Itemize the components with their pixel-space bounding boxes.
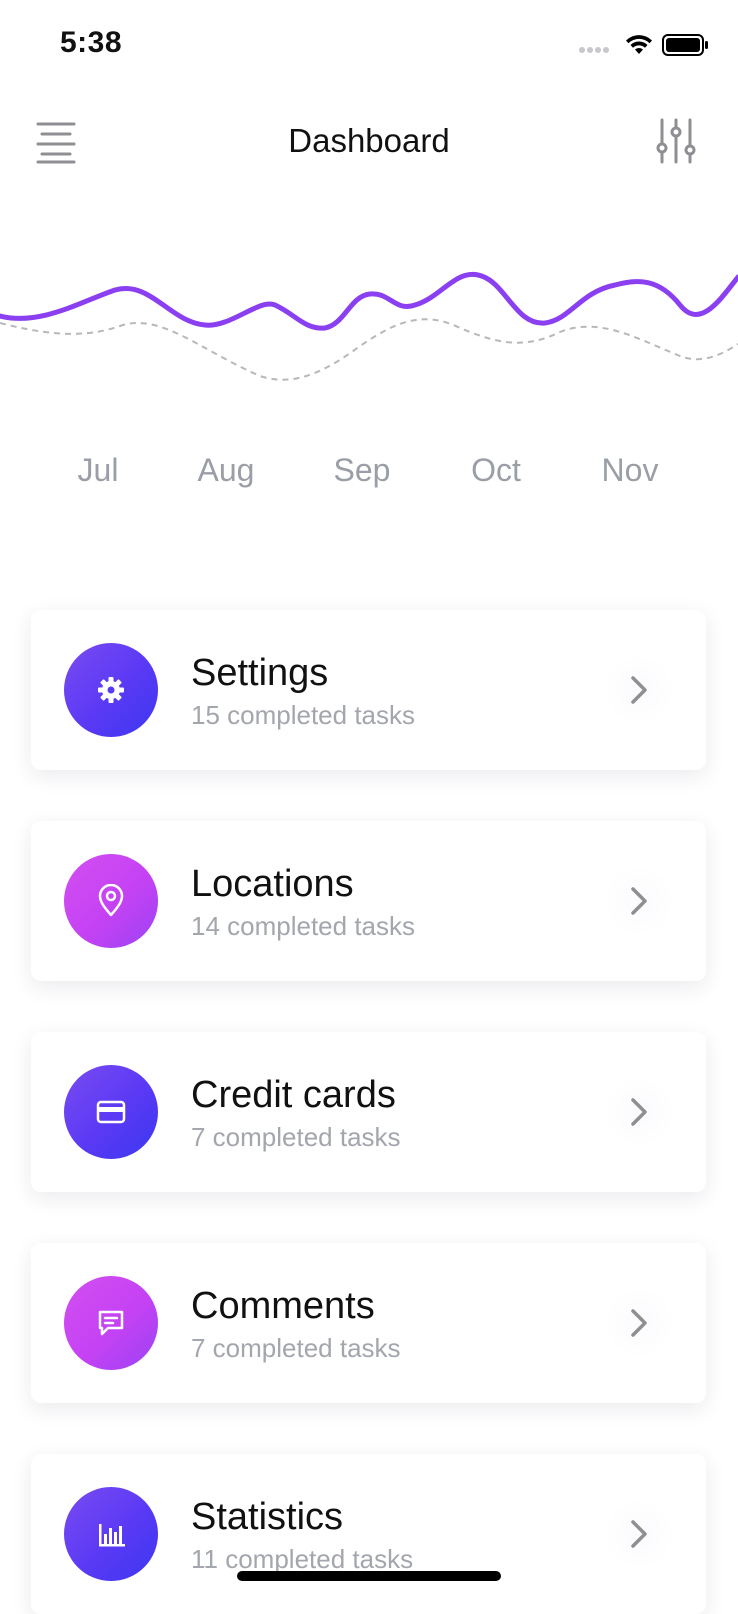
card-icon-circle bbox=[64, 1065, 158, 1159]
gear-icon bbox=[98, 677, 124, 703]
card-icon-circle bbox=[64, 854, 158, 948]
card-arrow-button[interactable] bbox=[604, 866, 674, 936]
filter-button[interactable] bbox=[654, 116, 700, 166]
card-arrow-button[interactable] bbox=[604, 1499, 674, 1569]
card-icon-circle bbox=[64, 643, 158, 737]
card-arrow-button[interactable] bbox=[604, 1077, 674, 1147]
chart-series-main bbox=[0, 271, 738, 331]
x-tick-label: Nov bbox=[601, 452, 659, 488]
chart-series-dashed bbox=[0, 318, 738, 381]
wifi-icon bbox=[626, 35, 652, 54]
card-subtitle: 15 completed tasks bbox=[191, 700, 416, 730]
card-title: Comments bbox=[191, 1285, 375, 1327]
credit-card-icon bbox=[96, 1100, 126, 1124]
comment-icon bbox=[98, 1310, 124, 1336]
page-title: Dashboard bbox=[288, 122, 450, 159]
header: Dashboard bbox=[0, 100, 738, 184]
card-arrow-button[interactable] bbox=[604, 655, 674, 725]
card-locations[interactable]: Locations 14 completed tasks bbox=[31, 821, 706, 981]
status-bar: 5:38 bbox=[0, 0, 738, 90]
card-subtitle: 7 completed tasks bbox=[191, 1122, 401, 1152]
card-title: Settings bbox=[191, 652, 329, 694]
chevron-right-icon bbox=[631, 1520, 647, 1548]
card-icon-circle bbox=[64, 1276, 158, 1370]
x-tick-label: Jul bbox=[77, 452, 119, 488]
card-title: Locations bbox=[191, 863, 354, 905]
x-tick-label: Oct bbox=[471, 452, 521, 488]
chevron-right-icon bbox=[631, 1098, 647, 1126]
signal-icon bbox=[579, 47, 609, 53]
x-tick-label: Sep bbox=[333, 452, 391, 488]
card-statistics[interactable]: Statistics 11 completed tasks bbox=[31, 1454, 706, 1614]
card-subtitle: 14 completed tasks bbox=[191, 911, 416, 941]
chevron-right-icon bbox=[631, 1309, 647, 1337]
line-chart bbox=[0, 271, 738, 381]
card-title: Credit cards bbox=[191, 1074, 396, 1116]
card-arrow-button[interactable] bbox=[604, 1288, 674, 1358]
x-tick-label: Aug bbox=[197, 452, 255, 488]
battery-icon bbox=[662, 34, 708, 56]
card-credit-cards[interactable]: Credit cards 7 completed tasks bbox=[31, 1032, 706, 1192]
sliders-icon bbox=[656, 118, 696, 164]
chart-x-axis: Jul Aug Sep Oct Nov bbox=[0, 452, 738, 496]
status-time: 5:38 bbox=[60, 26, 123, 59]
chevron-right-icon bbox=[631, 887, 647, 915]
chevron-right-icon bbox=[631, 676, 647, 704]
card-comments[interactable]: Comments 7 completed tasks bbox=[31, 1243, 706, 1403]
location-pin-icon bbox=[98, 884, 124, 917]
bar-chart-icon bbox=[99, 1524, 125, 1547]
card-settings[interactable]: Settings 15 completed tasks bbox=[31, 610, 706, 770]
card-icon-circle bbox=[64, 1487, 158, 1581]
card-title: Statistics bbox=[191, 1496, 344, 1538]
card-subtitle: 7 completed tasks bbox=[191, 1333, 401, 1363]
home-indicator[interactable] bbox=[237, 1571, 501, 1581]
